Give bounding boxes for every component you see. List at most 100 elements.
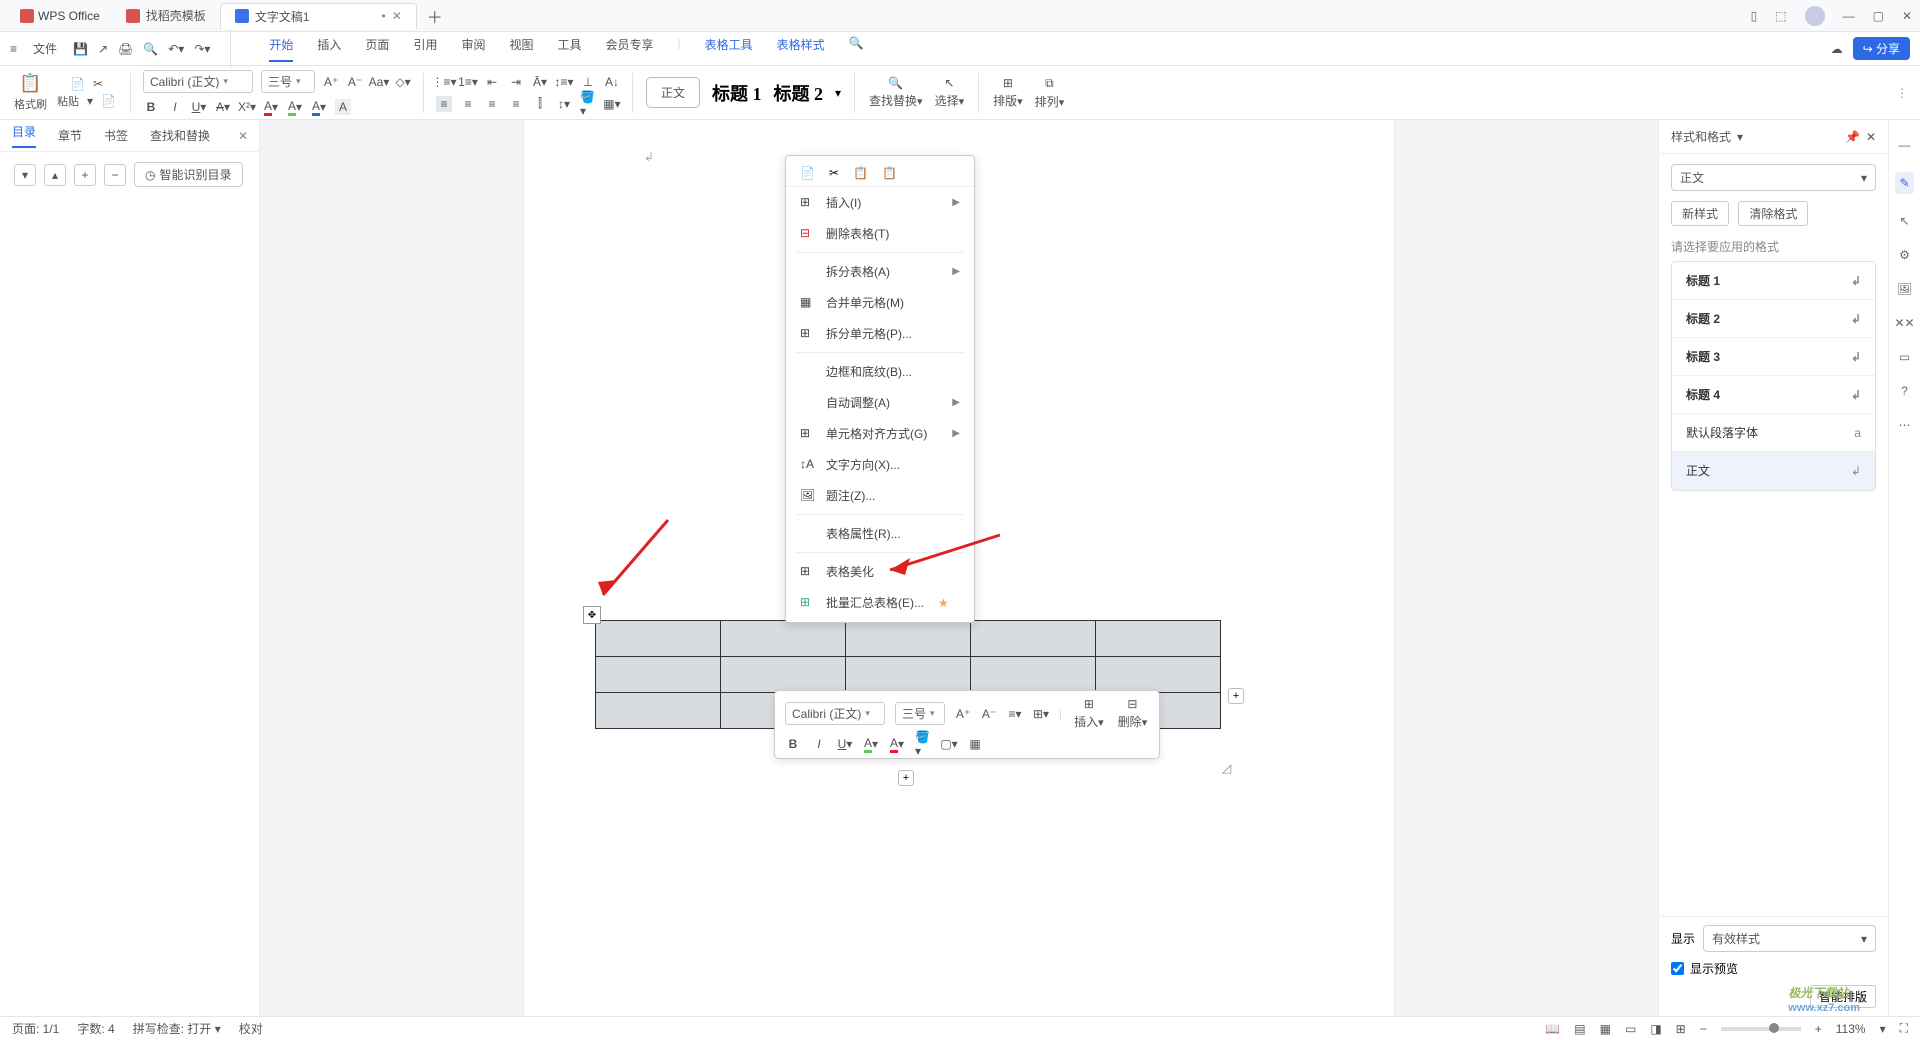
edit-rail-icon[interactable]: ✎	[1895, 172, 1913, 194]
undo-icon[interactable]: ↶▾	[168, 42, 184, 56]
style-h2[interactable]: 标题 2	[774, 80, 824, 106]
fullscreen-icon[interactable]: ⛶	[1900, 1021, 1908, 1036]
mini-list-icon[interactable]: ≡▾	[1007, 706, 1023, 722]
ctx-border[interactable]: 边框和底纹(B)...	[786, 356, 974, 387]
style-item-h4[interactable]: 标题 4↲	[1672, 376, 1875, 414]
zoom-slider[interactable]	[1721, 1027, 1801, 1031]
menu-tab-insert[interactable]: 插入	[317, 36, 341, 62]
tab-close-dot-icon[interactable]: •	[382, 9, 386, 23]
sort-para-icon[interactable]: A↓	[604, 74, 620, 90]
bold-icon[interactable]: B	[143, 99, 159, 115]
menu-tab-view[interactable]: 视图	[509, 36, 533, 62]
menu-tab-tools[interactable]: 工具	[557, 36, 581, 62]
pin-icon[interactable]: 📌	[1845, 130, 1860, 144]
ctx-paste-icon[interactable]: 📋	[853, 166, 868, 180]
close-window-icon[interactable]: ✕	[1902, 9, 1912, 23]
view-fullwidth-icon[interactable]: ◨	[1650, 1022, 1661, 1036]
tabs-icon[interactable]: ⊥	[580, 74, 596, 90]
more-rail-icon[interactable]: ⋯	[1899, 418, 1911, 432]
menu-tab-review[interactable]: 审阅	[461, 36, 485, 62]
clear-format-icon[interactable]: ◇▾	[395, 74, 411, 90]
ctx-autofit[interactable]: 自动调整(A)▶	[786, 387, 974, 418]
menu-file[interactable]: 文件	[33, 40, 57, 57]
show-select[interactable]: 有效样式▾	[1703, 925, 1876, 952]
cursor-rail-icon[interactable]: ↖	[1899, 214, 1909, 228]
ctx-split-cells[interactable]: ⊞拆分单元格(P)...	[786, 318, 974, 349]
save-icon[interactable]: 💾	[73, 42, 88, 56]
panel-icon[interactable]: ▯	[1751, 9, 1758, 23]
mini-fill-icon[interactable]: 🪣▾	[915, 736, 931, 752]
mini-size-select[interactable]: 三号▾	[895, 702, 945, 725]
ctx-split-table[interactable]: 拆分表格(A)▶	[786, 256, 974, 287]
style-item-h1[interactable]: 标题 1↲	[1672, 262, 1875, 300]
nav-tab-chapter[interactable]: 章节	[58, 127, 82, 144]
select-button[interactable]: ↖选择▾	[933, 76, 967, 109]
view-web-icon[interactable]: ▦	[1600, 1022, 1611, 1036]
para-shading-icon[interactable]: 🪣▾	[580, 96, 596, 112]
strike-icon[interactable]: A▾	[215, 99, 231, 115]
table-add-col-icon[interactable]: +	[1228, 688, 1244, 704]
style-h1[interactable]: 标题 1	[712, 80, 762, 106]
settings-rail-icon[interactable]: ⚙	[1899, 248, 1910, 262]
borders-icon[interactable]: ▦▾	[604, 96, 620, 112]
ctx-caption[interactable]: 🖼题注(Z)...	[786, 480, 974, 511]
status-page[interactable]: 页面: 1/1	[12, 1020, 59, 1037]
mini-merge-icon[interactable]: ▦	[967, 736, 983, 752]
mini-delete-button[interactable]: ⊟删除▾	[1116, 697, 1150, 730]
ribbon-options-icon[interactable]: ⋮	[1896, 86, 1908, 100]
mini-underline-icon[interactable]: U▾	[837, 736, 853, 752]
toc-remove-icon[interactable]: −	[104, 164, 126, 186]
view-grid-icon[interactable]: ⊞	[1676, 1022, 1686, 1036]
mini-inc-font-icon[interactable]: A⁺	[955, 706, 971, 722]
style-item-body[interactable]: 正文↲	[1672, 452, 1875, 490]
minimize-icon[interactable]: —	[1843, 9, 1855, 23]
tab-document[interactable]: 文字文稿1 • ✕	[220, 3, 417, 29]
menu-tab-home[interactable]: 开始	[269, 36, 293, 62]
ctx-paste-special-icon[interactable]: 📋	[882, 166, 897, 180]
avatar[interactable]	[1805, 6, 1825, 26]
style-normal[interactable]: 正文	[646, 77, 700, 108]
ctx-merge-cells[interactable]: ▦合并单元格(M)	[786, 287, 974, 318]
highlight-icon[interactable]: A▾	[287, 99, 303, 115]
preview-checkbox[interactable]: 显示预览	[1671, 960, 1876, 977]
zoom-out-icon[interactable]: −	[1700, 1022, 1707, 1036]
mini-border-icon[interactable]: ▢▾	[941, 736, 957, 752]
current-style-select[interactable]: 正文▾	[1671, 164, 1876, 191]
menu-tab-member[interactable]: 会员专享	[606, 36, 654, 62]
help-rail-icon[interactable]: ?	[1901, 384, 1908, 398]
status-words[interactable]: 字数: 4	[77, 1020, 114, 1037]
mini-bold-icon[interactable]: B	[785, 736, 801, 752]
search-icon[interactable]: 🔍	[849, 36, 864, 62]
cloud-icon[interactable]: ☁	[1831, 42, 1843, 56]
align-justify-icon[interactable]: ≡	[508, 96, 524, 112]
redo-icon[interactable]: ↷▾	[194, 42, 210, 56]
increase-font-icon[interactable]: A⁺	[323, 74, 339, 90]
layout-button[interactable]: ⊞排版▾	[991, 76, 1025, 109]
zoom-menu-icon[interactable]: ▾	[1880, 1022, 1886, 1036]
ctx-copy-icon[interactable]: 📄	[800, 166, 815, 180]
status-proof[interactable]: 校对	[239, 1020, 263, 1037]
bullets-icon[interactable]: ⋮≡▾	[436, 74, 452, 90]
book-rail-icon[interactable]: ▭	[1899, 350, 1910, 364]
view-outline-icon[interactable]: ▭	[1625, 1022, 1636, 1036]
table-resize-icon[interactable]: ◿	[1222, 761, 1231, 775]
style-more-icon[interactable]: ▾	[835, 86, 841, 100]
collapse-rail-icon[interactable]: —	[1899, 138, 1911, 152]
table-add-row-icon[interactable]: +	[898, 770, 914, 786]
zoom-in-icon[interactable]: +	[1815, 1022, 1822, 1036]
menu-tab-table-tools[interactable]: 表格工具	[705, 36, 753, 62]
size-select[interactable]: 三号▾	[261, 70, 315, 93]
mini-italic-icon[interactable]: I	[811, 736, 827, 752]
format-brush-button[interactable]: 📋格式刷	[12, 73, 49, 112]
toc-smart-button[interactable]: ◷ 智能识别目录	[134, 162, 243, 187]
panel-close-icon[interactable]: ✕	[1866, 130, 1876, 144]
zoom-value[interactable]: 113%	[1836, 1022, 1866, 1036]
style-item-h3[interactable]: 标题 3↲	[1672, 338, 1875, 376]
menu-tab-table-style[interactable]: 表格样式	[777, 36, 825, 62]
indent-icon[interactable]: ⇥	[508, 74, 524, 90]
find-replace-button[interactable]: 🔍查找替换▾	[867, 76, 925, 109]
spacing-icon[interactable]: ↕≡▾	[556, 74, 572, 90]
ctx-insert[interactable]: ⊞插入(I)▶	[786, 187, 974, 218]
image-rail-icon[interactable]: 🖼	[1897, 282, 1912, 296]
menu-tab-page[interactable]: 页面	[365, 36, 389, 62]
